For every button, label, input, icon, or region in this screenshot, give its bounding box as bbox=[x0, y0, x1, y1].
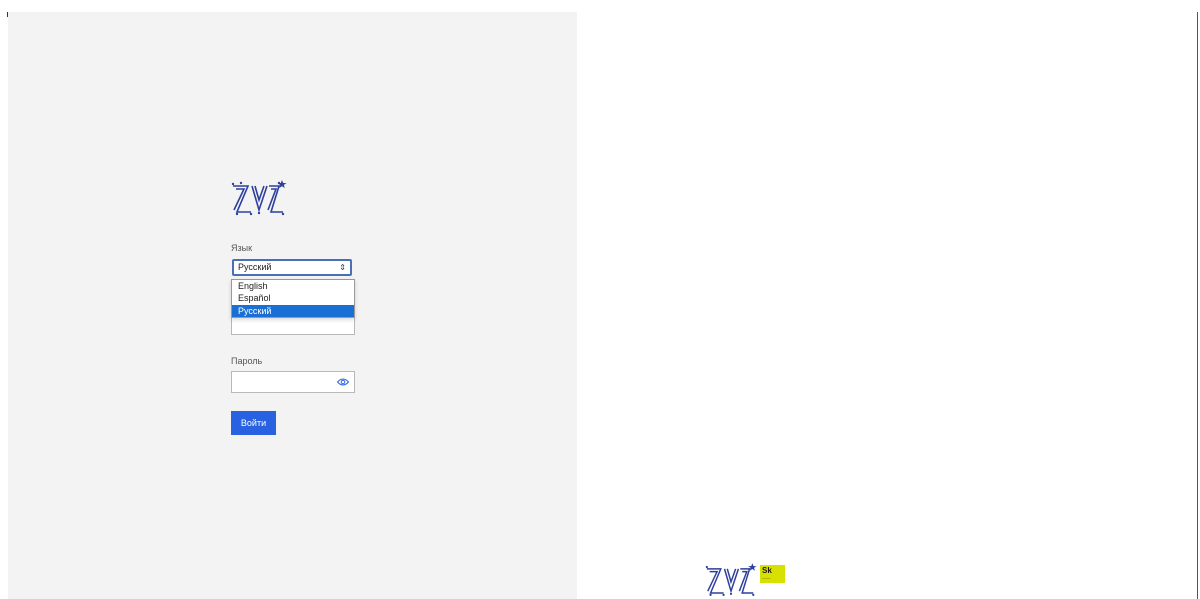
chevron-updown-icon: ⇕ bbox=[339, 263, 346, 272]
logo-icon bbox=[231, 180, 287, 216]
language-select[interactable]: Русский ⇕ bbox=[232, 259, 352, 276]
password-field[interactable] bbox=[231, 371, 355, 393]
language-option-english[interactable]: English bbox=[232, 280, 354, 292]
right-border bbox=[1197, 12, 1198, 599]
language-dropdown: English Español Русский bbox=[231, 279, 355, 318]
language-selected-value: Русский bbox=[238, 262, 272, 272]
language-label: Язык bbox=[231, 243, 253, 253]
password-label: Пароль bbox=[231, 356, 263, 366]
badge-text: Sk bbox=[762, 566, 772, 575]
footer-logo-icon bbox=[705, 563, 757, 596]
partner-badge-icon: Sk ──── bbox=[760, 565, 785, 583]
language-option-espanol[interactable]: Español bbox=[232, 292, 354, 304]
eye-icon[interactable] bbox=[337, 377, 349, 387]
language-option-russian[interactable]: Русский bbox=[232, 304, 354, 317]
login-button[interactable]: Войти bbox=[231, 411, 276, 435]
badge-subtext-icon: ──── bbox=[762, 576, 771, 580]
